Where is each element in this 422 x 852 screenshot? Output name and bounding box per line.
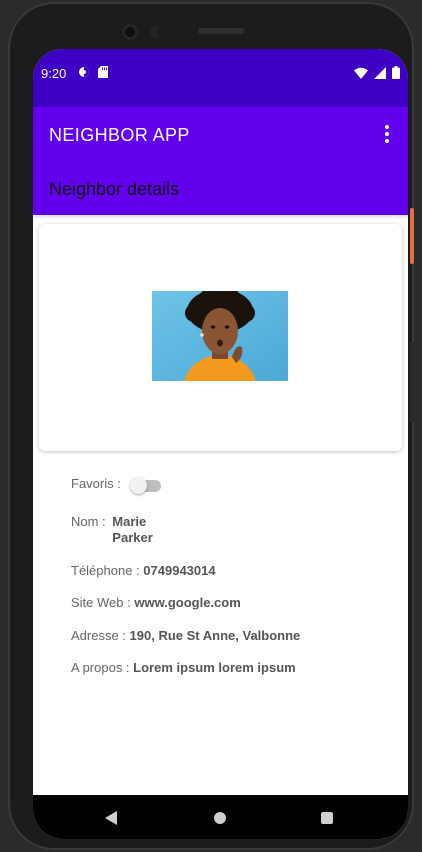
- wifi-icon: [354, 67, 368, 79]
- favorite-toggle[interactable]: [130, 476, 164, 494]
- data-saver-icon: [79, 67, 89, 77]
- website-value: www.google.com: [134, 595, 241, 610]
- proximity-sensor: [150, 26, 158, 38]
- battery-icon: [392, 66, 400, 79]
- address-value: 190, Rue St Anne, Valbonne: [129, 628, 301, 643]
- recents-icon[interactable]: [321, 812, 333, 824]
- overflow-menu-icon[interactable]: [384, 125, 390, 143]
- favorite-row: Favoris :: [71, 476, 164, 494]
- page-title: Neighbor details: [49, 179, 180, 199]
- address-label: Adresse :: [71, 628, 126, 643]
- favorite-label: Favoris :: [71, 476, 121, 491]
- first-name: Marie: [112, 514, 147, 529]
- front-camera: [122, 24, 138, 40]
- phone-label: Téléphone :: [71, 563, 140, 578]
- screen: 9:20 NEIGHBOR APP Neighbor details Favor…: [33, 49, 408, 839]
- status-time: 9:20: [41, 66, 67, 81]
- avatar-card: [39, 224, 402, 451]
- navigation-bar: [33, 795, 408, 839]
- details-header: Neighbor details: [33, 163, 408, 215]
- back-icon[interactable]: [105, 811, 117, 825]
- website-label: Site Web :: [71, 595, 131, 610]
- about-value: Lorem ipsum lorem ipsum: [133, 660, 296, 675]
- about-label: A propos :: [71, 660, 130, 675]
- phone-frame: 9:20 NEIGHBOR APP Neighbor details Favor…: [8, 2, 414, 850]
- home-icon[interactable]: [214, 812, 226, 824]
- earpiece-speaker: [198, 28, 244, 34]
- name-label: Nom :: [71, 514, 106, 529]
- name-row: Nom : Marie Parker: [71, 514, 153, 545]
- app-title: NEIGHBOR APP: [49, 125, 190, 145]
- phone-value: 0749943014: [143, 563, 216, 578]
- cell-signal-icon: [374, 66, 386, 79]
- last-name: Parker: [112, 530, 153, 545]
- website-row: Site Web : www.google.com: [71, 595, 241, 610]
- status-bar: 9:20: [33, 49, 408, 107]
- toggle-thumb: [130, 476, 148, 494]
- about-row: A propos : Lorem ipsum lorem ipsum: [71, 660, 296, 675]
- sd-card-icon: [98, 66, 108, 78]
- neighbor-avatar: [152, 291, 288, 381]
- phone-row: Téléphone : 0749943014: [71, 563, 216, 578]
- volume-button: [410, 342, 414, 422]
- power-button: [410, 208, 414, 264]
- address-row: Adresse : 190, Rue St Anne, Valbonne: [71, 628, 300, 643]
- app-bar: NEIGHBOR APP: [33, 107, 408, 163]
